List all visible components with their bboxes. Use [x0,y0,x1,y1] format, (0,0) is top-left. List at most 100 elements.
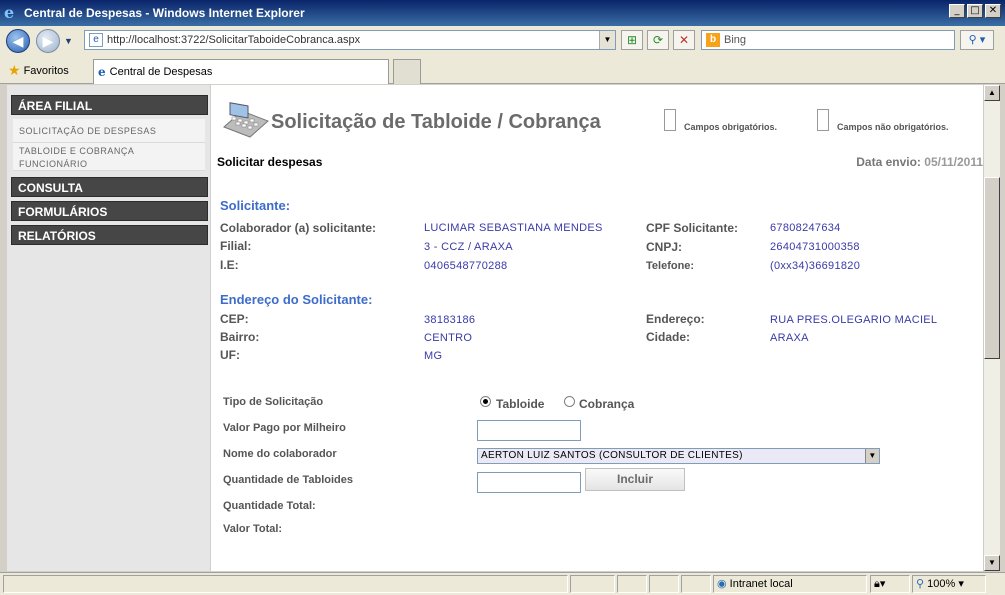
forward-button[interactable]: ▶ [36,29,60,53]
radio-cobranca-label[interactable]: Cobrança [579,397,634,411]
endereco-heading: Endereço do Solicitante: [220,292,373,307]
valor-milheiro-input[interactable] [477,420,581,441]
zoom-panel[interactable]: ⚲ 100% ▾ [912,575,986,593]
window-titlebar: e Central de Despesas - Windows Internet… [0,0,1005,26]
refresh-icon[interactable]: ⟳ [647,30,669,50]
close-button[interactable]: ✕ [985,4,1001,18]
sidebar-section-relatorios[interactable]: RELATÓRIOS [11,225,208,245]
search-button[interactable]: ⚲ ▾ [960,30,994,50]
legend-optional-label: Campos não obrigatórios. [837,122,949,132]
radio-tabloide[interactable] [480,396,491,407]
page-content: ÁREA FILIAL SOLICITAÇÃO DE DESPESAS TABL… [7,85,983,571]
zone-panel: ◉ Intranet local [713,575,867,593]
nome-colaborador-label: Nome do colaborador [223,448,337,460]
lock-icon: 🔒︎▾ [874,578,886,590]
select-dropdown-icon[interactable]: ▼ [865,449,879,463]
minimize-button[interactable]: _ [949,4,965,18]
star-icon: ★ [8,62,21,78]
endereco-label: Endereço: [646,312,705,326]
quantidade-tabloides-input[interactable] [477,472,581,493]
solicitante-heading: Solicitante: [220,198,291,213]
cnpj-label: CNPJ: [646,240,683,254]
bing-icon: b [706,33,720,47]
search-placeholder: Bing [724,34,747,46]
cidade-label: Cidade: [646,330,691,344]
scroll-up-icon[interactable]: ▲ [984,85,1000,101]
zoom-label: 100% [927,578,956,590]
radio-cobranca[interactable] [564,396,575,407]
address-toolbar: ◀ ▶ ▼ e http://localhost:3722/SolicitarT… [0,26,1005,56]
sidebar-section-consulta[interactable]: CONSULTA [11,177,208,197]
page-icon: e [89,33,103,47]
sidebar: ÁREA FILIAL SOLICITAÇÃO DE DESPESAS TABL… [7,85,211,571]
colaborador-value: LUCIMAR SEBASTIANA MENDES [424,222,603,234]
ie-label: I.E: [220,258,239,272]
date-label: Data envio: [856,155,921,169]
cpf-value: 67808247634 [770,222,841,234]
sidebar-section-area-filial[interactable]: ÁREA FILIAL [11,95,208,115]
scroll-thumb[interactable] [984,177,1000,359]
cidade-value: ARAXA [770,332,809,344]
window-title: Central de Despesas - Windows Internet E… [24,6,305,20]
legend-required-label: Campos obrigatórios. [684,122,778,132]
browser-tab[interactable]: e Central de Despesas [93,59,389,84]
bairro-label: Bairro: [220,330,260,344]
cpf-label: CPF Solicitante: [646,221,739,235]
maximize-button[interactable]: □ [967,4,983,18]
page-title: Solicitação de Tabloide / Cobrança [271,111,601,133]
vertical-scrollbar[interactable]: ▲ ▼ [983,85,1000,571]
status-text-panel [3,575,568,593]
cep-label: CEP: [220,312,249,326]
scroll-down-icon[interactable]: ▼ [984,555,1000,571]
telefone-value: (0xx34)36691820 [770,260,861,272]
tab-title: Central de Despesas [109,66,213,78]
legend-optional-box [817,109,829,131]
status-panel-3 [649,575,679,593]
main-panel: Solicitação de Tabloide / Cobrança Campo… [217,85,983,571]
favorites-button[interactable]: ★ Favoritos [8,62,69,79]
status-bar: ◉ Intranet local 🔒︎▾ ⚲ 100% ▾ [0,572,1005,595]
telefone-label: Telefone: [646,260,695,272]
status-panel-4 [681,575,711,593]
compatibility-view-icon[interactable]: ⊞ [621,30,643,50]
stop-icon[interactable]: ✕ [673,30,695,50]
colaborador-selected: AERTON LUIZ SANTOS (CONSULTOR DE CLIENTE… [481,450,743,461]
radio-tabloide-label[interactable]: Tabloide [496,397,544,411]
zoom-icon: ⚲ [916,578,925,590]
colaborador-select[interactable]: AERTON LUIZ SANTOS (CONSULTOR DE CLIENTE… [477,448,880,464]
ie-value: 0406548770288 [424,260,508,272]
zone-label: Intranet local [729,578,793,590]
tipo-solicitacao-label: Tipo de Solicitação [223,396,324,408]
new-tab-button[interactable] [393,59,421,84]
sidebar-item-tabloide-cobranca[interactable]: TABLOIDE E COBRANÇA FUNCIONÁRIO [13,143,205,171]
search-input[interactable]: b Bing [701,30,955,50]
incluir-button[interactable]: Incluir [585,468,685,491]
filial-label: Filial: [220,239,252,253]
calculator-icon [223,102,269,138]
legend-required-box [664,109,676,131]
address-dropdown-icon[interactable]: ▼ [599,31,615,49]
address-input[interactable]: e http://localhost:3722/SolicitarTaboide… [84,30,616,50]
endereco-value: RUA PRES.OLEGARIO MACIEL [770,314,938,326]
date-value: 05/11/2011 [924,155,983,169]
quantidade-total-label: Quantidade Total: [223,500,316,512]
sidebar-item-solicitacao-despesas[interactable]: SOLICITAÇÃO DE DESPESAS [13,119,205,143]
sidebar-section-formularios[interactable]: FORMULÁRIOS [11,201,208,221]
back-button[interactable]: ◀ [6,29,30,53]
valor-milheiro-label: Valor Pago por Milheiro [223,422,346,434]
filial-value: 3 - CCZ / ARAXA [424,241,513,253]
ie-tab-icon: e [98,65,106,79]
date-envio: Data envio: 05/11/2011 [856,155,983,169]
zoom-dropdown-icon: ▾ [958,578,964,590]
favorites-bar: ★ Favoritos e Central de Despesas [0,56,1005,84]
subtitle: Solicitar despesas [217,155,323,169]
quantidade-tabloides-label: Quantidade de Tabloides [223,474,353,486]
window-controls: _ □ ✕ [949,4,1001,18]
uf-value: MG [424,350,443,362]
status-panel-2 [617,575,647,593]
cnpj-value: 26404731000358 [770,241,860,253]
uf-label: UF: [220,348,240,362]
security-panel[interactable]: 🔒︎▾ [870,575,910,593]
history-dropdown-icon[interactable]: ▼ [64,36,73,46]
ie-logo-icon: e [4,3,15,22]
